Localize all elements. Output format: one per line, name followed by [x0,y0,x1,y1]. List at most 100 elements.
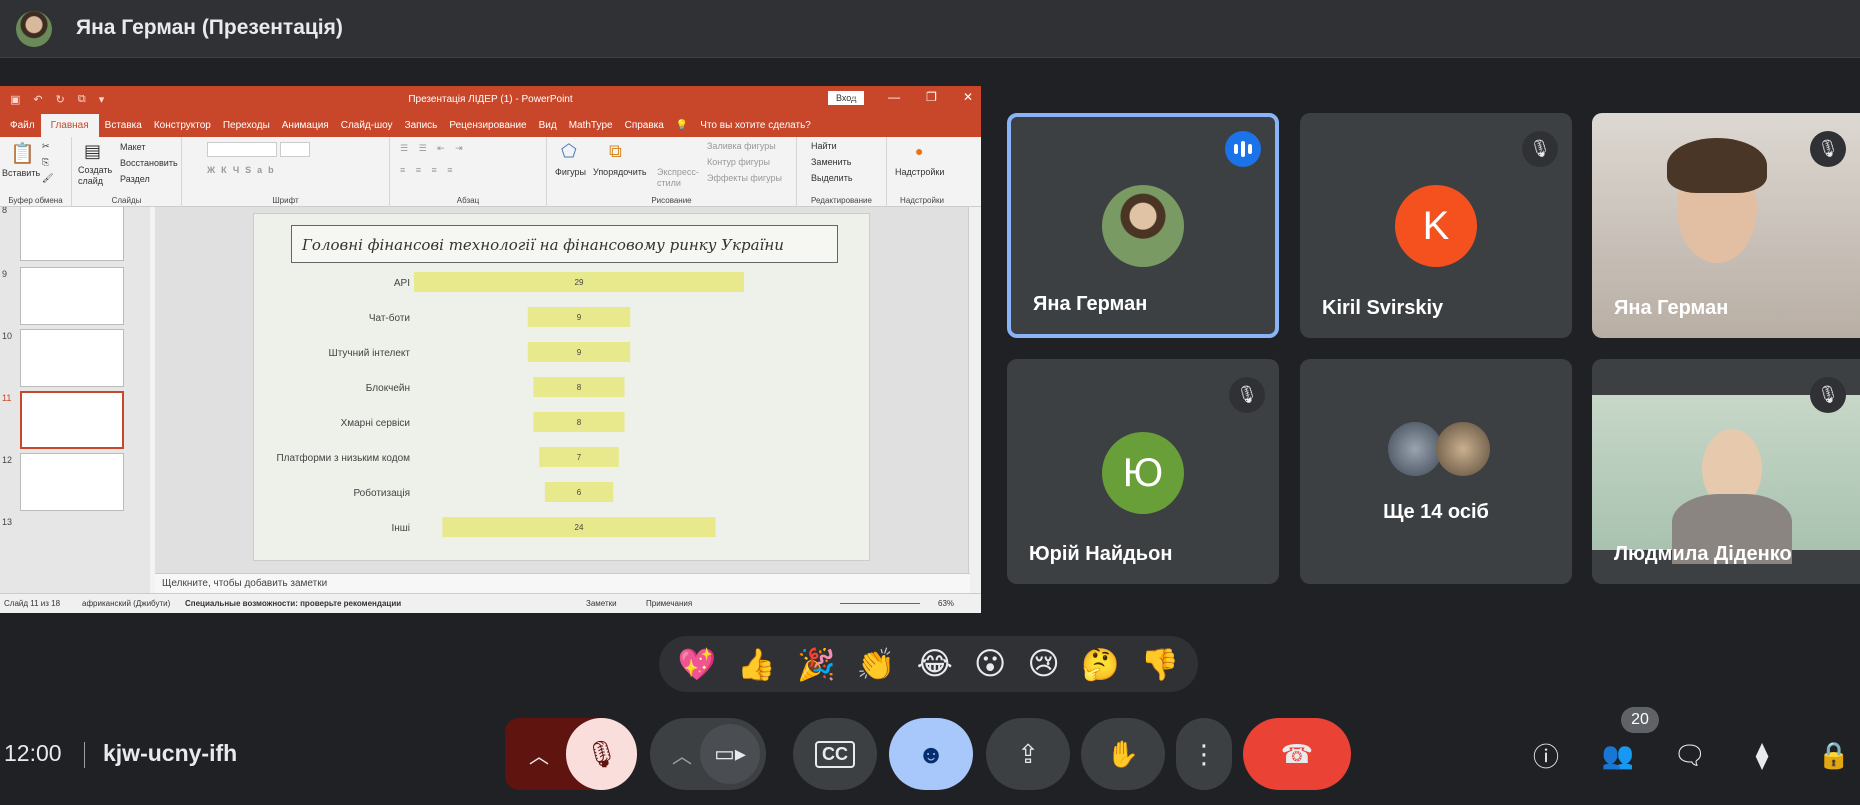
font-size-box [280,142,310,157]
raise-hand-button[interactable]: ✋ [1081,718,1165,790]
font-style-icons: ЖКЧSab [207,165,280,175]
cut-icon: ✂ [42,141,50,151]
participant-tile-video[interactable]: 🎙 Людмила Діденко [1592,359,1860,584]
category-label: Чат-боти [369,312,410,324]
category-label: Блокчейн [366,383,410,394]
reset-button: Восстановить [120,158,178,168]
reaction-laugh-icon[interactable]: 😂 [917,646,953,682]
group-drawing: ⬠ Фигуры ⧉ Упорядочить Экспресс-стили За… [547,137,797,207]
addins-icon: ● [915,143,924,159]
leave-call-button[interactable]: ☎ [1243,718,1351,790]
zoom-level: 63% [938,599,955,608]
category-label: Роботизація [353,487,410,499]
chevron-up-icon: ︿ [529,745,549,768]
participant-tile-speaking[interactable]: Яна Герман [1007,113,1279,338]
reaction-clap-icon[interactable]: 👏 [857,646,896,683]
participant-tile-video[interactable]: 🎙 Яна Герман [1592,113,1860,338]
bar-chart: API 29 Чат-боти 9 Штучний інтелект 9 Блокчейн 8… [276,272,744,537]
participant-tile[interactable]: 🎙 K Kiril Svirskiy [1300,113,1572,338]
reactions-button[interactable]: ☻ [889,718,973,790]
host-controls-button[interactable]: 🔒 [1812,733,1856,777]
group-font: ЖКЧSab Шрифт [182,137,390,207]
shape-outline-button: Контур фигуры [707,157,770,167]
presenter-bar: Яна Герман (Презентація) [0,0,1860,58]
captions-icon: CC [815,740,855,768]
data-label: 6 [577,488,582,497]
thumb-number: 13 [2,517,13,527]
participant-avatar: Ю [1102,432,1184,514]
slide-thumbnail [20,453,124,511]
reaction-thinking-icon[interactable]: 🤔 [1081,646,1120,683]
participant-name: Яна Герман [1033,293,1148,315]
group-paragraph: ☰ ☰ ⇤ ⇥ ≡ ≡ ≡ ≡ Абзац [390,137,547,207]
end-call-icon: ☎ [1280,738,1314,769]
shapes-button: Фигуры [555,167,587,177]
new-slide-icon: ▤ [84,141,102,161]
slide-thumbnail-selected [20,391,124,449]
tab-file: Файл [10,119,35,131]
speaking-indicator-icon [1225,131,1261,167]
presenter-title: Яна Герман (Презентація) [76,16,343,39]
slide-counter: Слайд 11 из 18 [4,599,61,608]
participant-avatar [1388,422,1442,476]
camera-icon[interactable]: ▭▸ [700,724,760,784]
info-icon: ⓘ [1532,741,1559,772]
participant-tile[interactable]: 🎙 Ю Юрій Найдьон [1007,359,1279,584]
notes-pane: Щелкните, чтобы добавить заметки [155,573,970,593]
reaction-thumbs-up-icon[interactable]: 👍 [737,646,776,683]
tab-mathtype: MathType [568,119,613,131]
people-button[interactable]: 👥 [1596,733,1640,777]
tab-view: Вид [538,119,557,131]
align-icons: ≡ ≡ ≡ ≡ [400,165,457,175]
data-label: 8 [577,383,582,392]
slides-label: Слайды [111,196,142,205]
more-participants-tile[interactable]: Ще 14 осіб [1300,359,1572,584]
mic-off-icon: 🎙 [1810,377,1846,413]
ribbon: 📋 Вставить ✂ ⎘ 🖌 Буфер обмена ▤ Создать … [0,137,981,207]
mic-toggle-button[interactable]: 🎙 [566,718,637,790]
reaction-surprised-icon[interactable]: 😮 [974,646,1006,682]
reaction-heart-icon[interactable]: 💖 [678,646,717,683]
reaction-party-icon[interactable]: 🎉 [797,646,836,683]
participant-avatar [1436,422,1490,476]
video-options-button[interactable]: ︿ ▭▸ [650,718,766,790]
new-slide-button: Создать слайд [78,165,113,186]
tab-animations: Анимация [281,119,329,131]
tab-insert: Вставка [104,119,142,131]
clipboard-label: Буфер обмена [8,196,63,205]
present-button[interactable]: ⇪ [986,718,1070,790]
more-options-button[interactable]: ⋮ [1176,718,1232,790]
slide-thumbnails: 8 9 10 11 12 13 [0,207,150,593]
tab-slideshow: Слайд-шоу [340,119,393,131]
section-button: Раздел [120,174,150,184]
more-vert-icon: ⋮ [1191,738,1217,769]
reaction-sad-icon[interactable]: 😢 [1028,646,1060,682]
maximize-icon: ❐ [926,90,937,104]
shared-screen-powerpoint: ▣ ↶ ↻ ⧉ ▾ Презентація ЛІДЕР (1) - PowerP… [0,86,981,613]
mic-off-icon: 🎙 [1810,131,1846,167]
ribbon-display-icon: ▭ [850,90,863,104]
shapes-icon: ⬠ [561,141,577,161]
chevron-up-icon: ︿ [672,745,692,768]
group-addins: ● Надстройки Надстройки [887,137,957,207]
category-label: Штучний інтелект [329,348,411,359]
activities-button[interactable]: ⧫ [1740,733,1784,777]
data-label: 24 [575,523,584,532]
captions-button[interactable]: CC [793,718,877,790]
reaction-thumbs-down-icon[interactable]: 👎 [1141,646,1180,683]
participant-count-badge: 20 [1621,707,1659,733]
meeting-info-button[interactable]: ⓘ [1524,733,1568,777]
group-clipboard: 📋 Вставить ✂ ⎘ 🖌 Буфер обмена [0,137,72,207]
thumb-number: 10 [2,331,13,341]
group-editing: Найти Заменить Выделить Редактирование [797,137,887,207]
thumb-number: 11 [2,393,12,403]
participant-name: Kiril Svirskiy [1322,297,1444,319]
language-status: африканский (Джибути) [82,599,171,608]
thumb-number: 12 [2,455,13,465]
mic-off-icon: 🎙 [1229,377,1265,413]
tab-transitions: Переходы [222,119,270,131]
tab-help: Справка [624,119,664,131]
meeting-code: kjw-ucny-ifh [103,740,238,766]
chat-button[interactable]: 🗨 [1668,733,1712,777]
find-button: Найти [811,141,837,151]
